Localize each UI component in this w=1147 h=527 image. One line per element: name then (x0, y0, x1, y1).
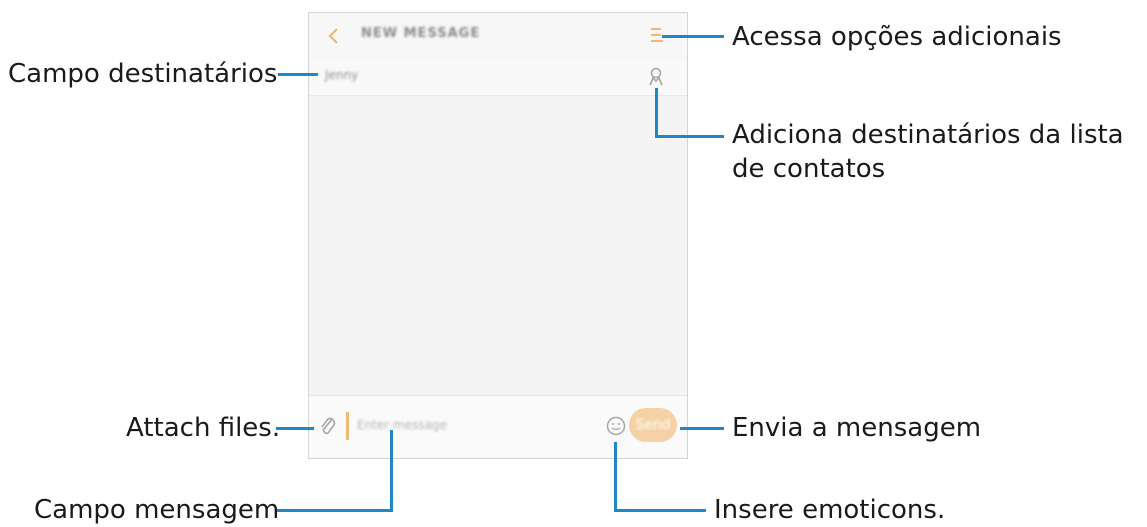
paperclip-icon[interactable] (319, 414, 337, 438)
screen-title: NEW MESSAGE (361, 26, 481, 41)
line-emoticons-vertical (614, 442, 617, 512)
callout-attach-files: Attach files. (126, 413, 281, 443)
phone-screen: NEW MESSAGE Jenny Enter message Send (308, 12, 688, 459)
send-button-label: Send (635, 417, 671, 433)
line-message-horizontal (276, 509, 393, 512)
callout-recipients-field: Campo destinatários (8, 59, 278, 89)
person-icon[interactable] (648, 67, 664, 87)
line-message-vertical (390, 430, 393, 512)
line-emoticons-horizontal (614, 509, 706, 512)
chevron-left-icon[interactable] (327, 27, 341, 45)
callout-send-message: Envia a mensagem (732, 413, 982, 443)
smiley-icon[interactable] (606, 416, 626, 436)
line-contacts-vertical (655, 88, 658, 138)
text-cursor (346, 412, 349, 440)
recipient-name: Jenny (325, 68, 359, 82)
callout-add-from-contacts: Adiciona destinatários da lista de conta… (732, 120, 1124, 184)
callout-insert-emoticons: Insere emoticons. (714, 495, 946, 525)
app-header: NEW MESSAGE (309, 13, 687, 60)
callout-more-options: Acessa opções adicionais (732, 22, 1062, 52)
line-attach-files (276, 427, 314, 430)
recipients-field[interactable]: Jenny (309, 59, 687, 96)
line-more-options (662, 35, 724, 38)
message-input[interactable]: Enter message (357, 418, 447, 432)
callout-message-field: Campo mensagem (34, 495, 280, 525)
line-recipients-field (278, 73, 318, 76)
line-send-message (680, 427, 724, 430)
composer-bar: Enter message Send (309, 395, 687, 458)
line-contacts-horizontal (655, 135, 724, 138)
send-button[interactable]: Send (629, 408, 677, 442)
